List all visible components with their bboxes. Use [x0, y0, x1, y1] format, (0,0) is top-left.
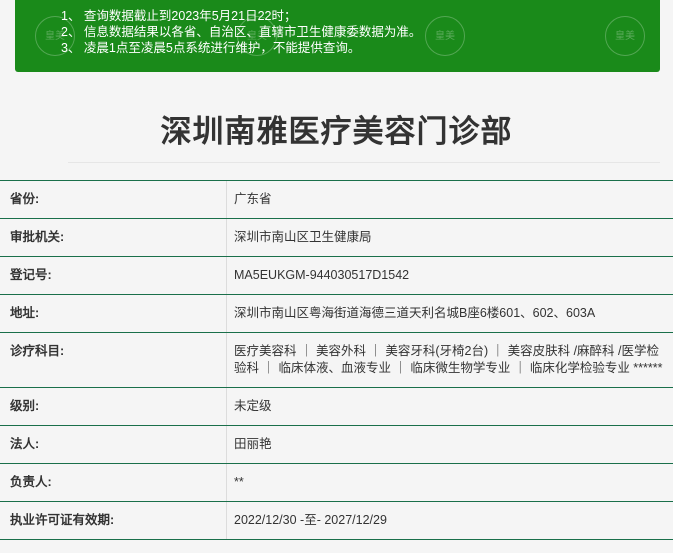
row-label: 执业许可证有效期: [0, 502, 227, 539]
table-row: 审批机关: 深圳市南山区卫生健康局 [0, 219, 673, 257]
notice-banner: 皇美 皇美 皇美 皇美 1、 查询数据截止到2023年5月21日22时； 2、 … [15, 0, 660, 72]
row-value: ** [234, 475, 244, 489]
notice-line-1: 1、 查询数据截止到2023年5月21日22时； [61, 9, 297, 23]
watermark-logo-icon: 皇美 [35, 16, 75, 56]
row-value: 广东省 [234, 192, 272, 206]
row-value: 深圳市南山区卫生健康局 [234, 230, 372, 244]
table-row: 登记号: MA5EUKGM-944030517D1542 [0, 257, 673, 295]
row-value: 医疗美容科 ｜ 美容外科 ｜ 美容牙科(牙椅2台) ｜ 美容皮肤科 /麻醉科 /… [234, 344, 663, 375]
row-value: 深圳市南山区粤海街道海德三道天利名城B座6楼601、602、603A [234, 306, 596, 320]
notice-line-2: 2、 信息数据结果以各省、自治区、直辖市卫生健康委数据为准。 [61, 25, 422, 39]
notice-line-3: 3、 凌晨1点至凌晨5点系统进行维护，不能提供查询。 [61, 41, 361, 55]
table-row: 诊疗科目: 医疗美容科 ｜ 美容外科 ｜ 美容牙科(牙椅2台) ｜ 美容皮肤科 … [0, 333, 673, 388]
table-row: 省份: 广东省 [0, 181, 673, 219]
row-label: 负责人: [0, 464, 227, 501]
row-label: 诊疗科目: [0, 333, 227, 387]
title-divider [68, 162, 660, 163]
row-label: 地址: [0, 295, 227, 332]
row-label: 级别: [0, 388, 227, 425]
table-row: 法人: 田丽艳 [0, 426, 673, 464]
row-value: 2022/12/30 -至- 2027/12/29 [234, 513, 387, 527]
table-row: 执业许可证有效期: 2022/12/30 -至- 2027/12/29 [0, 502, 673, 540]
table-row: 负责人: ** [0, 464, 673, 502]
table-row: 级别: 未定级 [0, 388, 673, 426]
row-label: 审批机关: [0, 219, 227, 256]
row-value: 田丽艳 [234, 437, 272, 451]
table-row: 地址: 深圳市南山区粤海街道海德三道天利名城B座6楼601、602、603A [0, 295, 673, 333]
row-label: 省份: [0, 181, 227, 218]
row-value: 未定级 [234, 399, 272, 413]
row-label: 法人: [0, 426, 227, 463]
row-label: 登记号: [0, 257, 227, 294]
watermark-logo-icon: 皇美 [605, 16, 645, 56]
watermark-logo-icon: 皇美 [237, 16, 277, 56]
page-title: 深圳南雅医疗美容门诊部 [160, 114, 513, 149]
watermark-logo-icon: 皇美 [425, 16, 465, 56]
row-value: MA5EUKGM-944030517D1542 [234, 268, 410, 282]
info-table: 省份: 广东省 审批机关: 深圳市南山区卫生健康局 登记号: MA5EUKGM-… [0, 180, 673, 540]
